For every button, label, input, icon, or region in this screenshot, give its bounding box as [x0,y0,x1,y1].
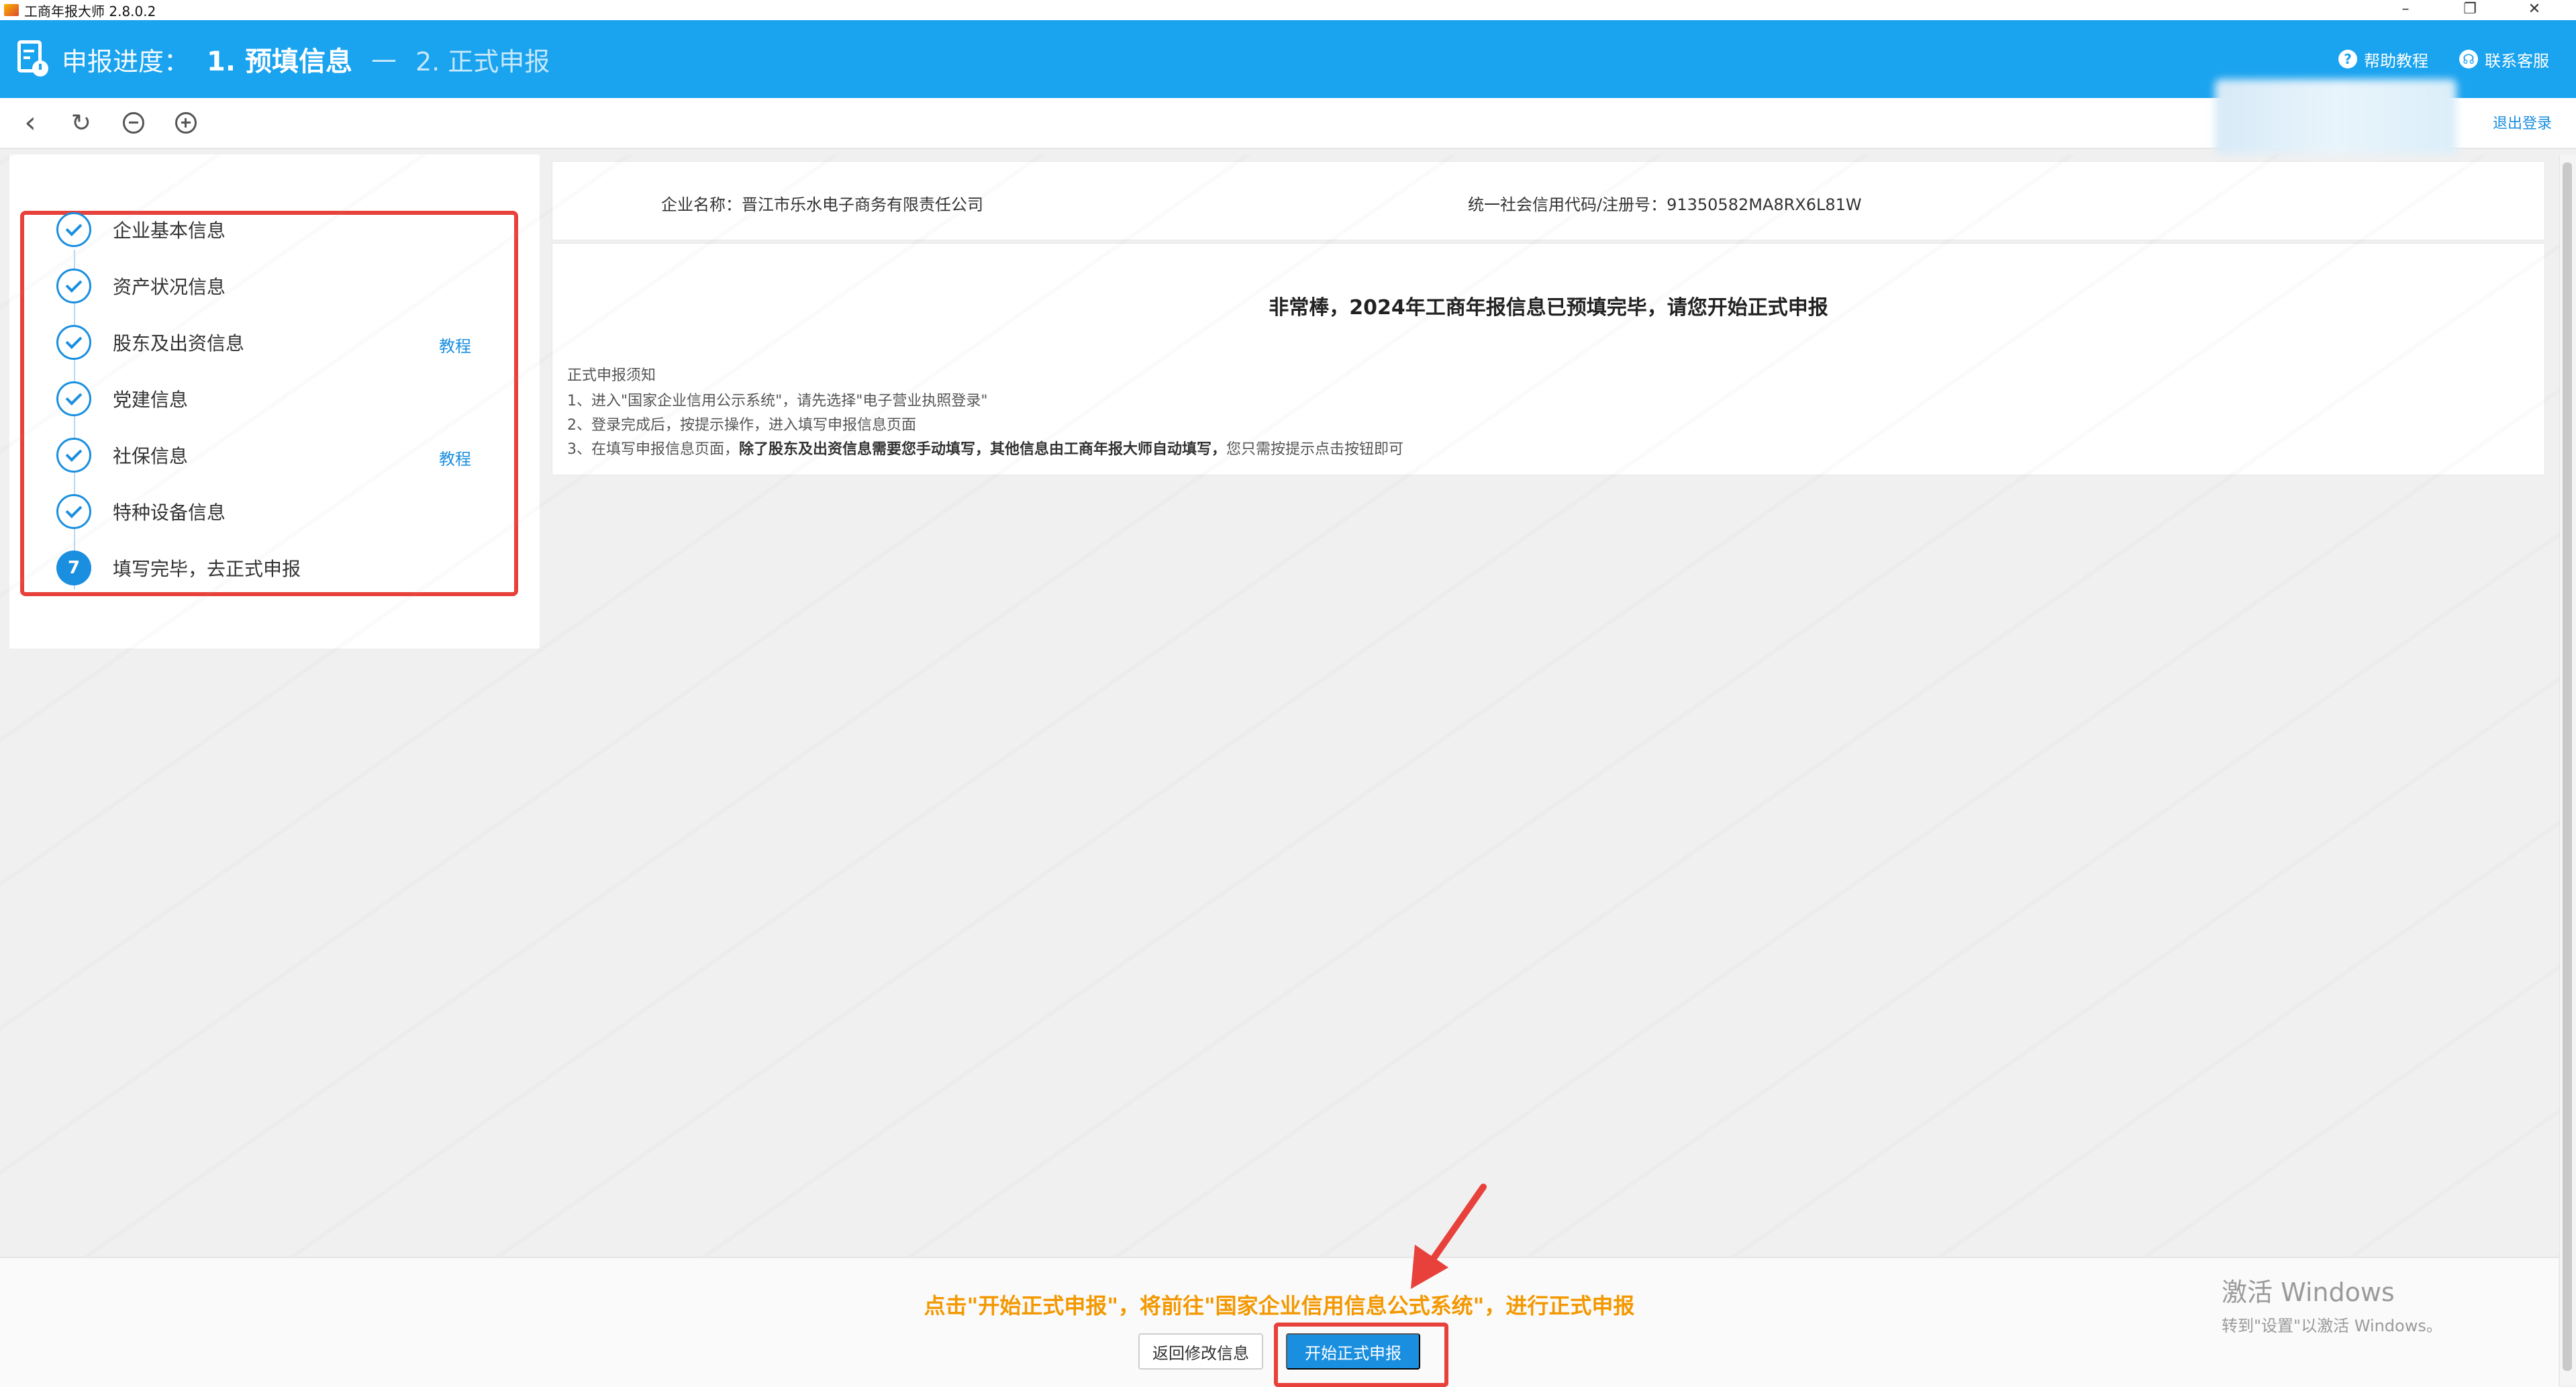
notice-title: 正式申报须知 [567,367,656,384]
sidebar-step-shareholders[interactable]: 股东及出资信息 [56,325,244,360]
close-icon[interactable]: ✕ [2502,0,2567,20]
prefill-complete-headline: 非常棒，2024年工商年报信息已预填完毕，请您开始正式申报 [1269,296,1828,320]
sidebar-step-special-equipment[interactable]: 特种设备信息 [56,494,226,529]
help-icon: ? [2338,50,2357,68]
step-label: 社保信息 [113,445,189,467]
notice-line-2: 2、登录完成后，按提示操作，进入填写申报信息页面 [567,417,916,434]
zoom-out-button[interactable] [118,107,149,138]
contact-label: 联系客服 [2485,51,2549,70]
restore-icon[interactable]: ❐ [2438,0,2502,20]
window-controls: – ❐ ✕ [2373,0,2567,20]
browser-toolbar: ‹ ↻ 退出登录 [0,98,2576,149]
notice-line-3: 3、在填写申报信息页面，除了股东及出资信息需要您手动填写，其他信息由工商年报大师… [567,437,1403,459]
app-logo-icon [4,4,19,16]
progress-label: 申报进度： [62,46,190,77]
window-titlebar: 工商年报大师 2.8.0.2 – ❐ ✕ [0,0,2576,21]
notice-panel: 非常棒，2024年工商年报信息已预填完毕，请您开始正式申报 正式申报须知 1、进… [552,243,2545,475]
progress-step-prefill: 1. 预填信息 [207,46,352,77]
step-label: 资产状况信息 [113,276,226,298]
notice-line-1: 1、进入"国家企业信用公示系统"，请先选择"电子营业执照登录" [567,393,988,410]
back-button[interactable]: ‹ [15,107,46,138]
step-label: 党建信息 [113,389,189,411]
red-arrow-annotation [1411,1184,1487,1289]
step-label: 股东及出资信息 [113,332,245,354]
sidebar-panel: 企业基本信息 资产状况信息 股东及出资信息 教程 党建信息 社保信息 教程 特种… [9,154,540,649]
step-number-badge: 7 [56,551,91,585]
activate-title: 激活 Windows [2222,1278,2395,1307]
check-circle-icon [56,494,91,529]
scrollbar-thumb[interactable] [2563,162,2572,1371]
window-title: 工商年报大师 2.8.0.2 [24,3,156,19]
step-label: 填写完毕，去正式申报 [113,558,301,580]
shareholders-tutorial-link[interactable]: 教程 [439,333,471,356]
social-insurance-tutorial-link[interactable]: 教程 [439,446,471,469]
check-circle-icon [56,212,91,247]
formal-report-hint: 点击"开始正式申报"，将前往"国家企业信用信息公式系统"，进行正式申报 [924,1293,1635,1319]
check-circle-icon [56,325,91,360]
notice-line-3-prefix: 3、在填写申报信息页面， [567,441,739,458]
zoom-out-icon [123,112,144,134]
sidebar-step-basic-info[interactable]: 企业基本信息 [56,212,226,247]
user-info-redacted [2215,79,2457,154]
check-circle-icon [56,381,91,416]
step-label: 企业基本信息 [113,220,226,242]
back-to-edit-button[interactable]: 返回修改信息 [1138,1333,1263,1370]
chevron-left-icon: ‹ [24,105,36,140]
step-label: 特种设备信息 [113,501,226,524]
help-label: 帮助教程 [2364,51,2428,70]
zoom-in-button[interactable] [170,107,201,138]
zoom-in-icon [175,112,197,134]
sidebar-step-go-formal[interactable]: 7 填写完毕，去正式申报 [56,551,301,585]
progress-separator: — [370,44,397,74]
help-tutorial-button[interactable]: ? 帮助教程 [2338,48,2428,71]
report-progress-icon [15,39,48,79]
refresh-icon: ↻ [70,109,92,137]
logout-link[interactable]: 退出登录 [2493,111,2552,133]
bottom-action-bar: 点击"开始正式申报"，将前往"国家企业信用信息公式系统"，进行正式申报 返回修改… [0,1257,2559,1387]
credit-code: 统一社会信用代码/注册号：91350582MA8RX6L81W [1468,195,1862,214]
notice-line-3-bold: 除了股东及出资信息需要您手动填写，其他信息由工商年报大师自动填写， [739,441,1227,458]
progress-step-formal: 2. 正式申报 [415,46,550,77]
company-info-bar: 企业名称：晋江市乐水电子商务有限责任公司 统一社会信用代码/注册号：913505… [552,161,2545,240]
app-header: 申报进度： 1. 预填信息 — 2. 正式申报 ? 帮助教程 ☊ 联系客服 [0,20,2576,98]
activate-subtitle: 转到"设置"以激活 Windows。 [2222,1317,2442,1335]
company-name: 企业名称：晋江市乐水电子商务有限责任公司 [661,195,983,214]
sidebar-step-social-insurance[interactable]: 社保信息 [56,438,188,473]
minimize-icon[interactable]: – [2373,0,2438,20]
notice-line-3-suffix: 您只需按提示点击按钮即可 [1226,441,1404,458]
start-formal-report-button[interactable]: 开始正式申报 [1286,1333,1420,1370]
check-circle-icon [56,269,91,303]
vertical-scrollbar[interactable] [2559,154,2576,1386]
headset-icon: ☊ [2459,50,2478,68]
refresh-button[interactable]: ↻ [66,107,97,138]
sidebar-step-party[interactable]: 党建信息 [56,381,188,416]
check-circle-icon [56,438,91,473]
sidebar-step-assets[interactable]: 资产状况信息 [56,269,226,303]
report-progress: 申报进度： 1. 预填信息 — 2. 正式申报 [62,40,550,79]
contact-service-button[interactable]: ☊ 联系客服 [2459,48,2549,71]
activate-windows-overlay: 激活 Windows 转到"设置"以激活 Windows。 [2222,1272,2442,1336]
